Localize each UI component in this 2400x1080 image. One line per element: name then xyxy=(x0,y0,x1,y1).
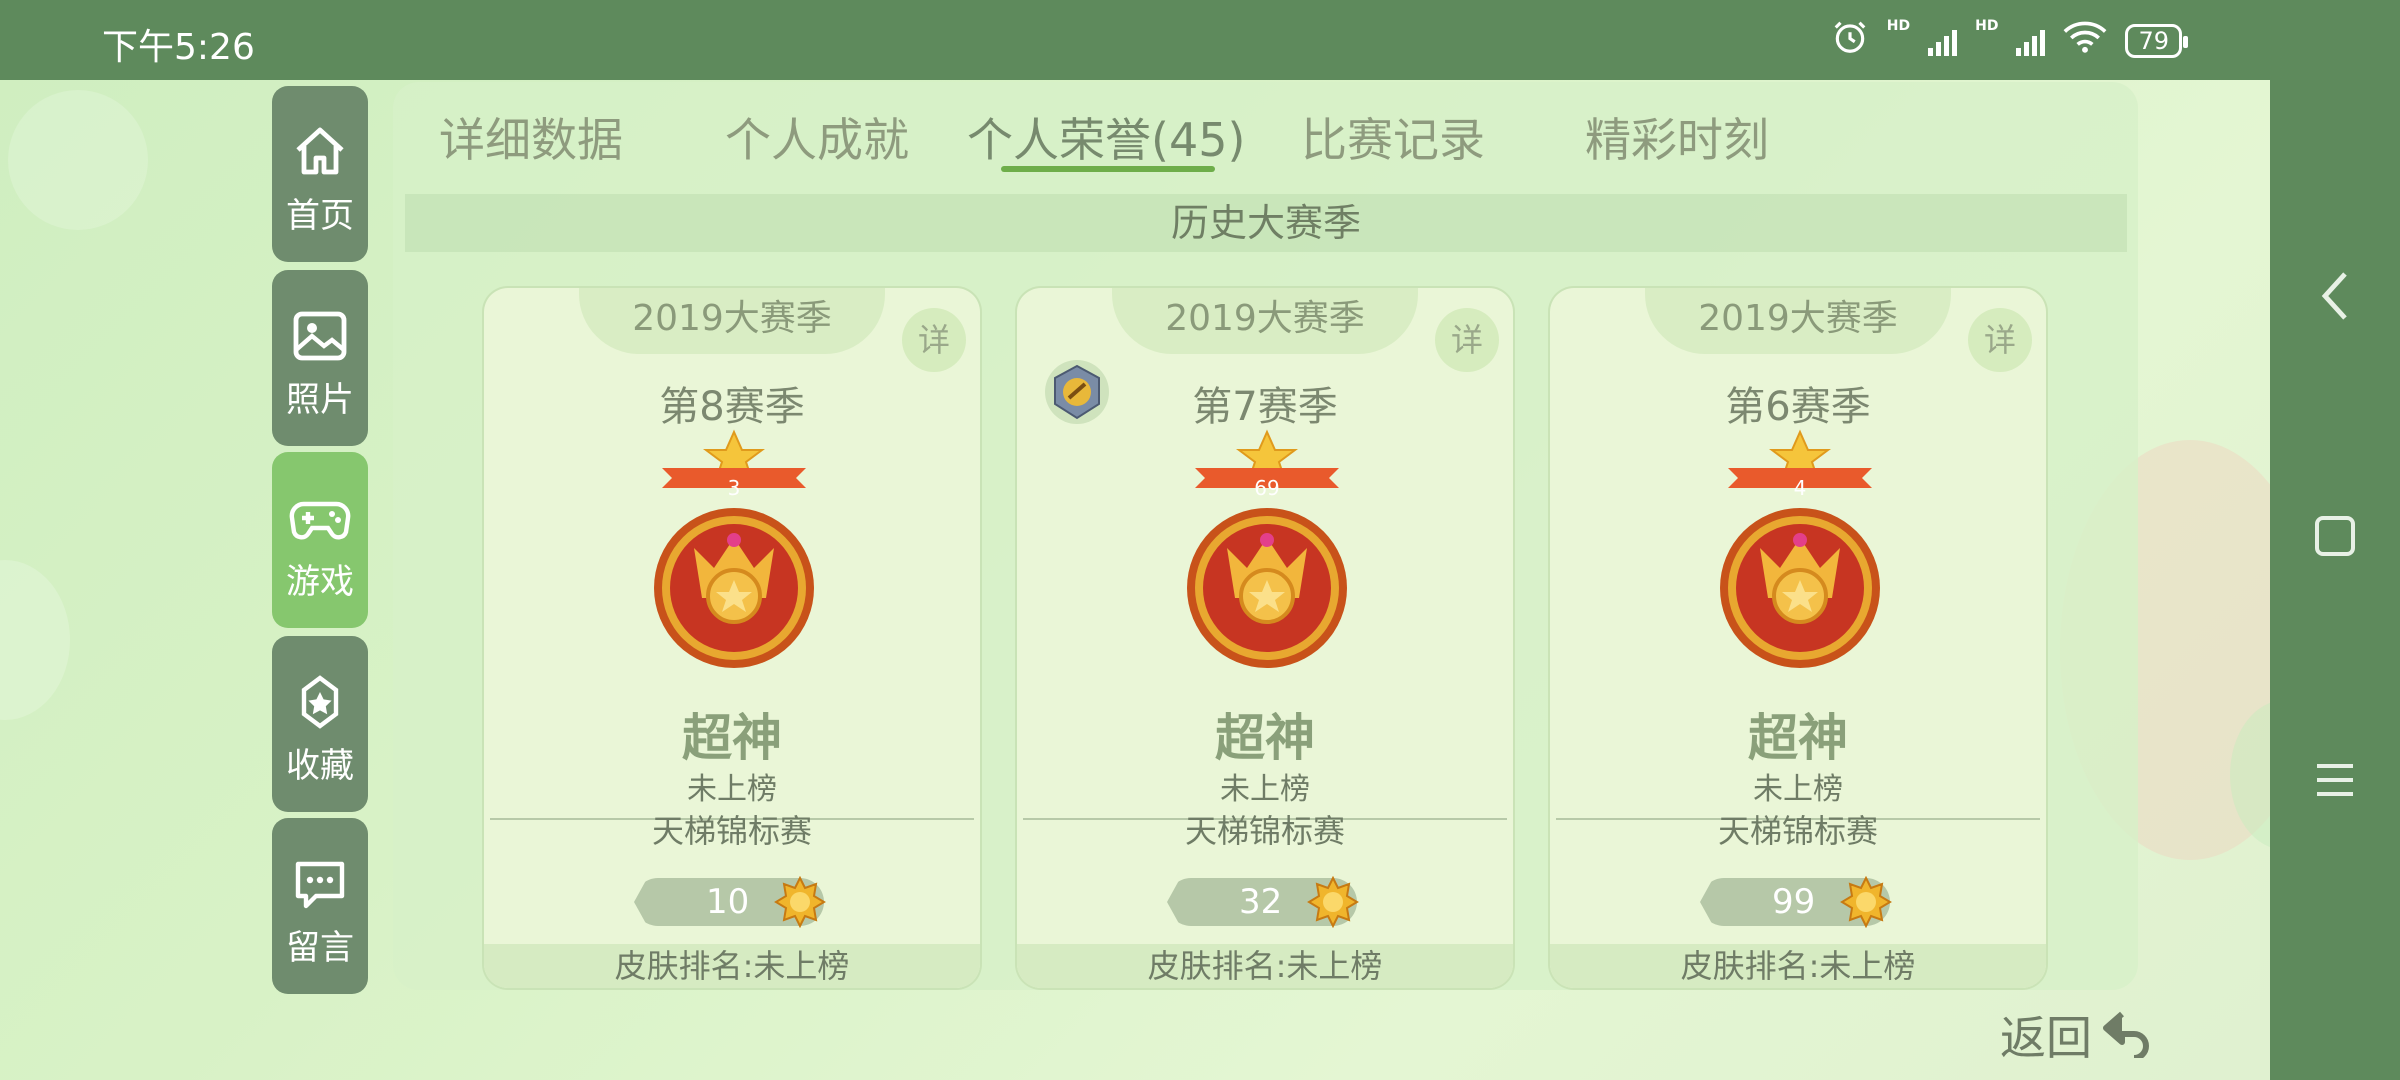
wifi-icon xyxy=(2063,20,2107,61)
season-label: 第6赛季 xyxy=(1725,384,1871,430)
sidebar-item-label: 照片 xyxy=(286,380,354,420)
tournament-label: 天梯锦标赛 xyxy=(651,812,812,850)
nav-back-icon[interactable] xyxy=(2270,268,2400,335)
sun-badge-icon xyxy=(1840,876,1892,928)
status-time: 下午5:26 xyxy=(102,27,255,68)
back-label: 返回 xyxy=(2000,1011,2092,1065)
status-icons: HD HD 79 xyxy=(1831,18,2188,63)
card-header: 2019大赛季 xyxy=(1645,288,1951,354)
detail-button[interactable]: 详 xyxy=(1968,308,2032,372)
season-label: 第7赛季 xyxy=(1192,384,1338,430)
season-card[interactable]: 2019大赛季 详 第6赛季 4 超神 未上榜 天梯锦标赛 99 皮肤排名:未上… xyxy=(1550,288,2046,988)
sidebar-item-label: 首页 xyxy=(286,196,354,236)
star-count: 3 xyxy=(727,476,741,500)
tab-bar: 详细数据 个人成就 个人荣誉(45) 比赛记录 精彩时刻 xyxy=(393,104,2138,184)
star-icon xyxy=(272,672,368,732)
tab-honors[interactable]: 个人荣誉(45) xyxy=(967,104,1245,170)
season-card[interactable]: 2019大赛季 详 第8赛季 3 超神 未上榜 天梯锦标赛 10 皮肤排名:未上… xyxy=(484,288,980,988)
back-button[interactable]: 返回 xyxy=(2000,1000,2158,1070)
skin-rank: 皮肤排名:未上榜 xyxy=(1017,944,1513,988)
battery-indicator: 79 xyxy=(2125,23,2188,58)
photo-icon xyxy=(272,306,368,366)
rank-title: 超神 xyxy=(1215,709,1315,767)
message-icon xyxy=(272,854,368,914)
detail-button[interactable]: 详 xyxy=(902,308,966,372)
signal-icon xyxy=(1928,26,1958,56)
return-arrow-icon xyxy=(2102,1008,2158,1062)
skin-rank: 皮肤排名:未上榜 xyxy=(484,944,980,988)
signal-icon xyxy=(2016,26,2046,56)
sidebar-item-label: 收藏 xyxy=(286,746,354,786)
sidebar-item-games[interactable]: 游戏 xyxy=(272,452,368,628)
sidebar-item-label: 留言 xyxy=(286,928,354,968)
status-bar: 下午5:26 HD HD 79 xyxy=(0,0,2270,80)
tab-achievements[interactable]: 个人成就 xyxy=(725,104,909,170)
sidebar-item-messages[interactable]: 留言 xyxy=(272,818,368,994)
hd-label: HD xyxy=(1975,18,1999,34)
tab-detailed-data[interactable]: 详细数据 xyxy=(439,104,623,170)
star-count: 69 xyxy=(1254,476,1280,500)
season-label: 第8赛季 xyxy=(659,384,805,430)
system-nav-bar xyxy=(2270,0,2400,1080)
detail-button[interactable]: 详 xyxy=(1435,308,1499,372)
gamepad-icon xyxy=(272,488,368,548)
background-bubble xyxy=(8,90,148,230)
card-header: 2019大赛季 xyxy=(579,288,885,354)
rank-title: 超神 xyxy=(1748,709,1848,767)
rank-title: 超神 xyxy=(682,709,782,767)
tournament-label: 天梯锦标赛 xyxy=(1184,812,1345,850)
tab-highlights[interactable]: 精彩时刻 xyxy=(1585,104,1769,170)
skin-rank: 皮肤排名:未上榜 xyxy=(1550,944,2046,988)
sun-badge-icon xyxy=(774,876,826,928)
nav-home-icon[interactable] xyxy=(2270,514,2400,569)
medal-icon xyxy=(1720,429,1880,668)
card-header: 2019大赛季 xyxy=(1112,288,1418,354)
main-panel: 详细数据 个人成就 个人荣誉(45) 比赛记录 精彩时刻 历史大赛季 2019大… xyxy=(393,82,2138,990)
tab-underline xyxy=(1001,166,1215,172)
sidebar-item-photos[interactable]: 照片 xyxy=(272,270,368,446)
sidebar-item-favorites[interactable]: 收藏 xyxy=(272,636,368,812)
leaderboard-status: 未上榜 xyxy=(1753,772,1843,807)
home-icon xyxy=(272,122,368,182)
background-bubble xyxy=(0,560,70,720)
sun-badge-icon xyxy=(1307,876,1359,928)
medal-icon xyxy=(1187,429,1347,668)
star-count: 4 xyxy=(1793,476,1807,500)
leaderboard-status: 未上榜 xyxy=(687,772,777,807)
nav-menu-icon[interactable] xyxy=(2270,758,2400,813)
hd-label: HD xyxy=(1886,18,1911,34)
tab-match-records[interactable]: 比赛记录 xyxy=(1301,104,1485,170)
season-card[interactable]: 2019大赛季 详 第7赛季 69 超神 未上榜 天梯锦标赛 32 皮肤排名:未… xyxy=(1017,288,1513,988)
tournament-label: 天梯锦标赛 xyxy=(1717,812,1878,850)
sidebar-item-label: 游戏 xyxy=(286,562,354,602)
medal-icon xyxy=(654,429,814,668)
alarm-icon xyxy=(1831,18,1869,63)
sidebar-item-home[interactable]: 首页 xyxy=(272,86,368,262)
leaderboard-status: 未上榜 xyxy=(1220,772,1310,807)
section-title: 历史大赛季 xyxy=(405,194,2127,252)
